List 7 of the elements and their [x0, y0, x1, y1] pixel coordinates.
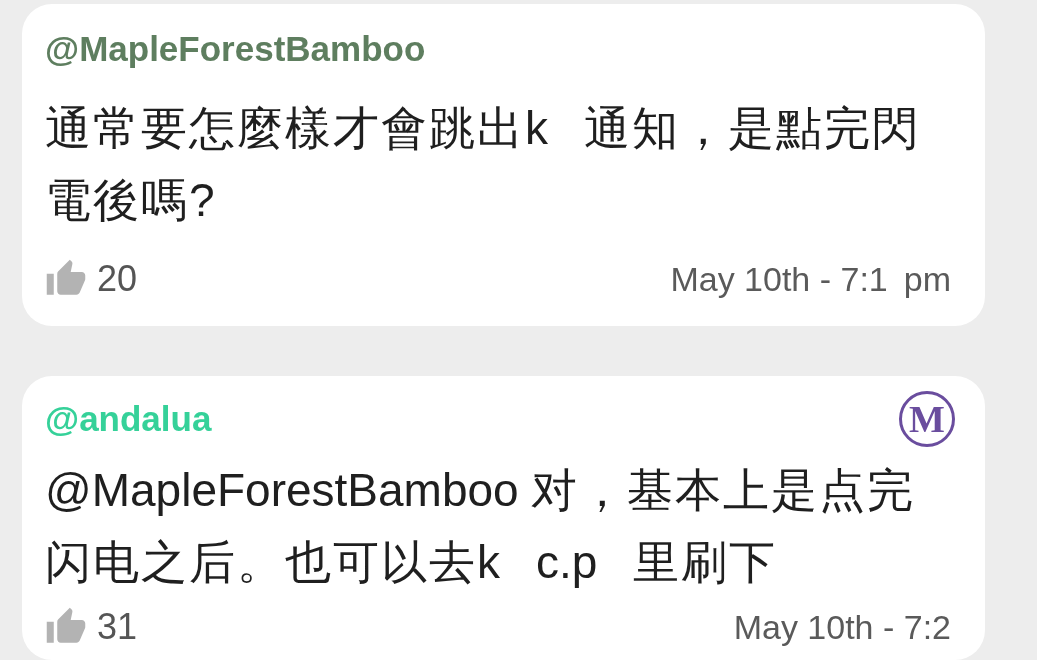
- like-count: 31: [97, 605, 138, 649]
- timestamp: May 10th - 7:2: [733, 606, 951, 648]
- comment-text: @MapleForestBamboo 对，基本上是点完闪电之后。也可以去k c.p 里刷下: [45, 463, 917, 590]
- like-count: 20: [97, 257, 138, 301]
- username[interactable]: @MapleForestBamboo: [45, 28, 426, 70]
- timestamp: May 10th - 7:1 pm: [670, 258, 951, 300]
- letter-badge: M: [899, 391, 955, 447]
